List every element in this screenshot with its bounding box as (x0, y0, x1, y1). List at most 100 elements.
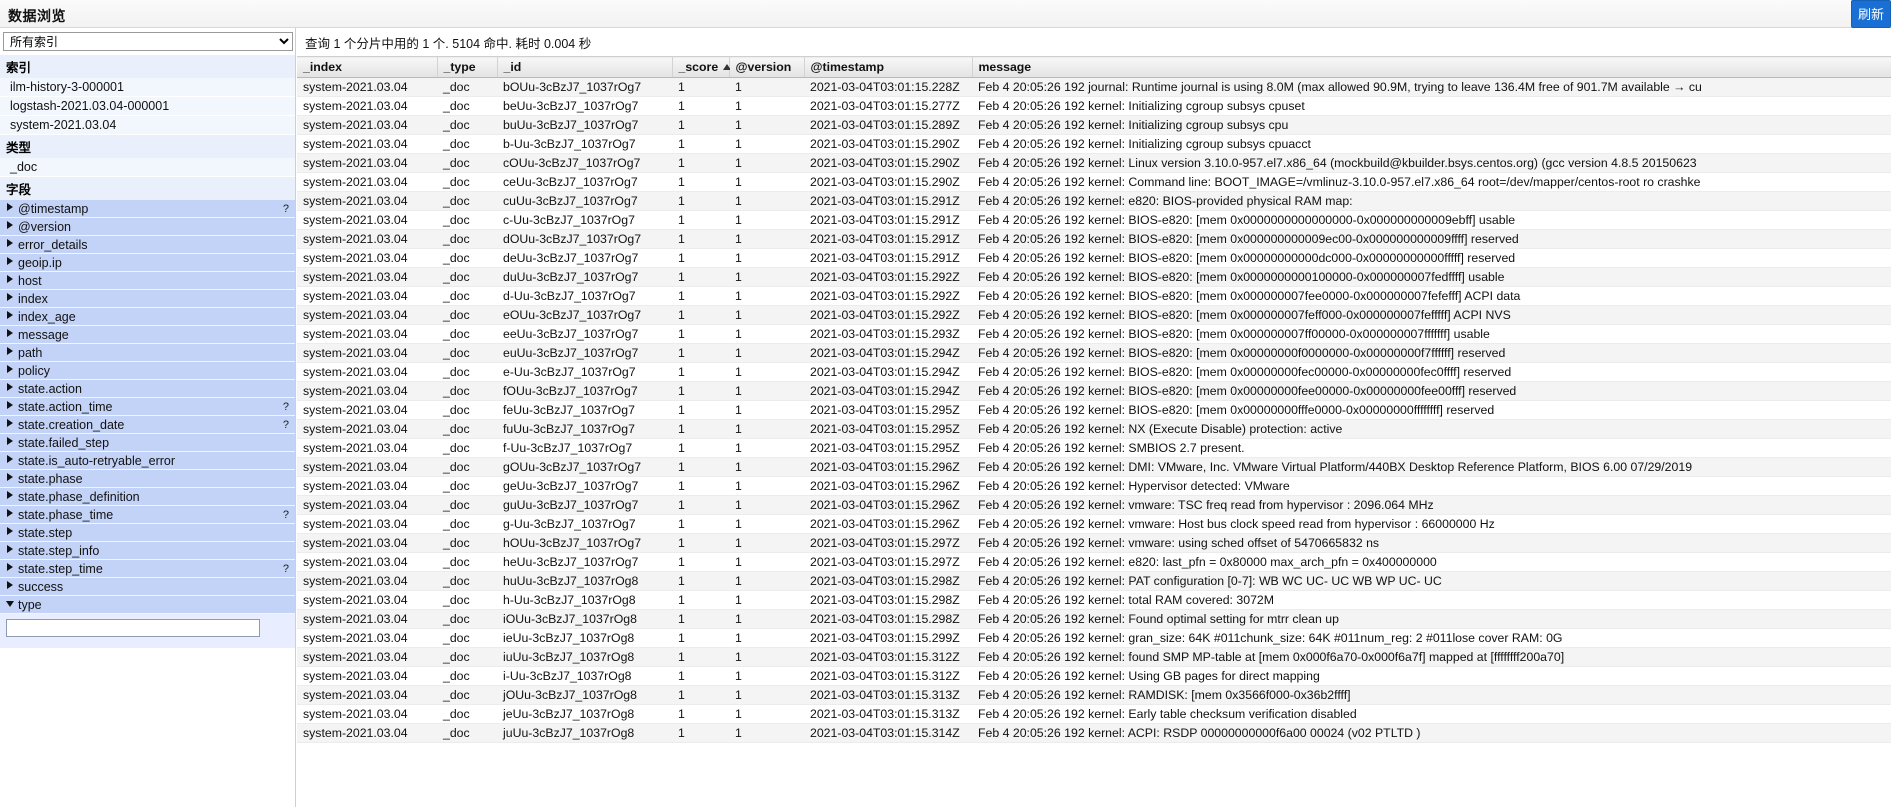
sidebar-list-item[interactable]: logstash-2021.03.04-000001 (0, 97, 295, 116)
table-row[interactable]: system-2021.03.04 _doc jeUu-3cBzJ7_1037rOg… (297, 704, 1891, 724)
table-row[interactable]: system-2021.03.04 _doc heUu-3cBzJ7_1037rOg… (297, 552, 1891, 572)
chevron-right-icon[interactable] (7, 545, 13, 553)
refresh-button[interactable]: 刷新 (1850, 0, 1891, 28)
field-item-success[interactable]: success (0, 578, 295, 596)
chevron-down-icon[interactable] (6, 601, 14, 611)
field-item-state-phase[interactable]: state.phase (0, 470, 295, 488)
field-item-state-step[interactable]: state.step (0, 524, 295, 542)
field-item-state-step-time[interactable]: state.step_time? (0, 560, 295, 578)
help-icon[interactable]: ? (283, 400, 289, 414)
field-item-type[interactable]: type (0, 596, 295, 614)
table-row[interactable]: system-2021.03.04 _doc g-Uu-3cBzJ7_1037rOg… (297, 514, 1891, 534)
chevron-right-icon[interactable] (7, 221, 13, 229)
table-row[interactable]: system-2021.03.04 _doc d-Uu-3cBzJ7_1037rOg… (297, 286, 1891, 306)
field-item-error-details[interactable]: error_details (0, 236, 295, 254)
chevron-right-icon[interactable] (7, 383, 13, 391)
table-row[interactable]: system-2021.03.04 _doc h-Uu-3cBzJ7_1037rOg… (297, 590, 1891, 610)
field-item-state-failed-step[interactable]: state.failed_step (0, 434, 295, 452)
help-icon[interactable]: ? (283, 562, 289, 576)
table-row[interactable]: system-2021.03.04 _doc juUu-3cBzJ7_1037rOg… (297, 723, 1891, 743)
chevron-right-icon[interactable] (7, 581, 13, 589)
table-row[interactable]: system-2021.03.04 _doc huUu-3cBzJ7_1037rOg… (297, 571, 1891, 591)
column-header--type[interactable]: _type (437, 56, 498, 78)
column-header--index[interactable]: _index (297, 56, 438, 78)
field-item-geoip-ip[interactable]: geoip.ip (0, 254, 295, 272)
chevron-right-icon[interactable] (7, 473, 13, 481)
chevron-right-icon[interactable] (7, 311, 13, 319)
table-row[interactable]: system-2021.03.04 _doc jOUu-3cBzJ7_1037rOg… (297, 685, 1891, 705)
chevron-right-icon[interactable] (7, 347, 13, 355)
chevron-right-icon[interactable] (7, 563, 13, 571)
chevron-right-icon[interactable] (7, 293, 13, 301)
table-row[interactable]: system-2021.03.04 _doc ceUu-3cBzJ7_1037rOg… (297, 172, 1891, 192)
table-row[interactable]: system-2021.03.04 _doc eOUu-3cBzJ7_1037rOg… (297, 305, 1891, 325)
table-row[interactable]: system-2021.03.04 _doc e-Uu-3cBzJ7_1037rOg… (297, 362, 1891, 382)
column-header--score[interactable]: _score (672, 56, 732, 78)
table-row[interactable]: system-2021.03.04 _doc bOUu-3cBzJ7_1037rOg… (297, 77, 1891, 97)
field-item--version[interactable]: @version (0, 218, 295, 236)
field-item-policy[interactable]: policy (0, 362, 295, 380)
field-item-index[interactable]: index (0, 290, 295, 308)
chevron-right-icon[interactable] (7, 203, 13, 211)
table-row[interactable]: system-2021.03.04 _doc c-Uu-3cBzJ7_1037rOg… (297, 210, 1891, 230)
field-item-state-action-time[interactable]: state.action_time? (0, 398, 295, 416)
field-item-state-step-info[interactable]: state.step_info (0, 542, 295, 560)
table-row[interactable]: system-2021.03.04 _doc fOUu-3cBzJ7_1037rOg… (297, 381, 1891, 401)
table-row[interactable]: system-2021.03.04 _doc duUu-3cBzJ7_1037rOg… (297, 267, 1891, 287)
table-row[interactable]: system-2021.03.04 _doc beUu-3cBzJ7_1037rOg… (297, 96, 1891, 116)
table-row[interactable]: system-2021.03.04 _doc iuUu-3cBzJ7_1037rOg… (297, 647, 1891, 667)
table-row[interactable]: system-2021.03.04 _doc b-Uu-3cBzJ7_1037rOg… (297, 134, 1891, 154)
table-row[interactable]: system-2021.03.04 _doc eeUu-3cBzJ7_1037rOg… (297, 324, 1891, 344)
chevron-right-icon[interactable] (7, 401, 13, 409)
chevron-right-icon[interactable] (7, 329, 13, 337)
table-row[interactable]: system-2021.03.04 _doc cuUu-3cBzJ7_1037rOg… (297, 191, 1891, 211)
field-item-state-creation-date[interactable]: state.creation_date? (0, 416, 295, 434)
column-header--id[interactable]: _id (497, 56, 673, 78)
column-header--version[interactable]: @version (729, 56, 805, 78)
field-filter-input[interactable] (6, 619, 260, 637)
field-item-state-is-auto-retryable-error[interactable]: state.is_auto-retryable_error (0, 452, 295, 470)
help-icon[interactable]: ? (283, 508, 289, 522)
chevron-right-icon[interactable] (7, 365, 13, 373)
field-item-host[interactable]: host (0, 272, 295, 290)
help-icon[interactable]: ? (283, 418, 289, 432)
field-item-state-phase-definition[interactable]: state.phase_definition (0, 488, 295, 506)
chevron-right-icon[interactable] (7, 437, 13, 445)
chevron-right-icon[interactable] (7, 509, 13, 517)
help-icon[interactable]: ? (283, 202, 289, 216)
table-row[interactable]: system-2021.03.04 _doc cOUu-3cBzJ7_1037rOg… (297, 153, 1891, 173)
column-header--timestamp[interactable]: @timestamp (804, 56, 973, 78)
table-row[interactable]: system-2021.03.04 _doc guUu-3cBzJ7_1037rOg… (297, 495, 1891, 515)
table-row[interactable]: system-2021.03.04 _doc dOUu-3cBzJ7_1037rOg… (297, 229, 1891, 249)
table-row[interactable]: system-2021.03.04 _doc i-Uu-3cBzJ7_1037rOg… (297, 666, 1891, 686)
table-row[interactable]: system-2021.03.04 _doc f-Uu-3cBzJ7_1037rOg… (297, 438, 1891, 458)
field-item--timestamp[interactable]: @timestamp? (0, 200, 295, 218)
field-item-path[interactable]: path (0, 344, 295, 362)
index-select[interactable]: 所有索引ilm-history-3-000001logstash-2021.03… (3, 32, 293, 51)
table-row[interactable]: system-2021.03.04 _doc hOUu-3cBzJ7_1037rOg… (297, 533, 1891, 553)
chevron-right-icon[interactable] (7, 257, 13, 265)
sidebar-list-item[interactable]: _doc (0, 158, 295, 177)
sidebar-list-item[interactable]: ilm-history-3-000001 (0, 78, 295, 97)
column-header-message[interactable]: message (972, 56, 1891, 78)
field-item-state-phase-time[interactable]: state.phase_time? (0, 506, 295, 524)
table-row[interactable]: system-2021.03.04 _doc feUu-3cBzJ7_1037rOg… (297, 400, 1891, 420)
table-row[interactable]: system-2021.03.04 _doc deUu-3cBzJ7_1037rOg… (297, 248, 1891, 268)
table-row[interactable]: system-2021.03.04 _doc gOUu-3cBzJ7_1037rOg… (297, 457, 1891, 477)
table-row[interactable]: system-2021.03.04 _doc ieUu-3cBzJ7_1037rOg… (297, 628, 1891, 648)
chevron-right-icon[interactable] (7, 527, 13, 535)
table-row[interactable]: system-2021.03.04 _doc euUu-3cBzJ7_1037rOg… (297, 343, 1891, 363)
table-row[interactable]: system-2021.03.04 _doc geUu-3cBzJ7_1037rOg… (297, 476, 1891, 496)
chevron-right-icon[interactable] (7, 455, 13, 463)
field-item-state-action[interactable]: state.action (0, 380, 295, 398)
field-item-index-age[interactable]: index_age (0, 308, 295, 326)
chevron-right-icon[interactable] (7, 491, 13, 499)
table-row[interactable]: system-2021.03.04 _doc fuUu-3cBzJ7_1037rOg… (297, 419, 1891, 439)
field-item-message[interactable]: message (0, 326, 295, 344)
chevron-right-icon[interactable] (7, 239, 13, 247)
sidebar-list-item[interactable]: system-2021.03.04 (0, 116, 295, 135)
table-row[interactable]: system-2021.03.04 _doc buUu-3cBzJ7_1037rOg… (297, 115, 1891, 135)
table-row[interactable]: system-2021.03.04 _doc iOUu-3cBzJ7_1037rOg… (297, 609, 1891, 629)
chevron-right-icon[interactable] (7, 419, 13, 427)
chevron-right-icon[interactable] (7, 275, 13, 283)
